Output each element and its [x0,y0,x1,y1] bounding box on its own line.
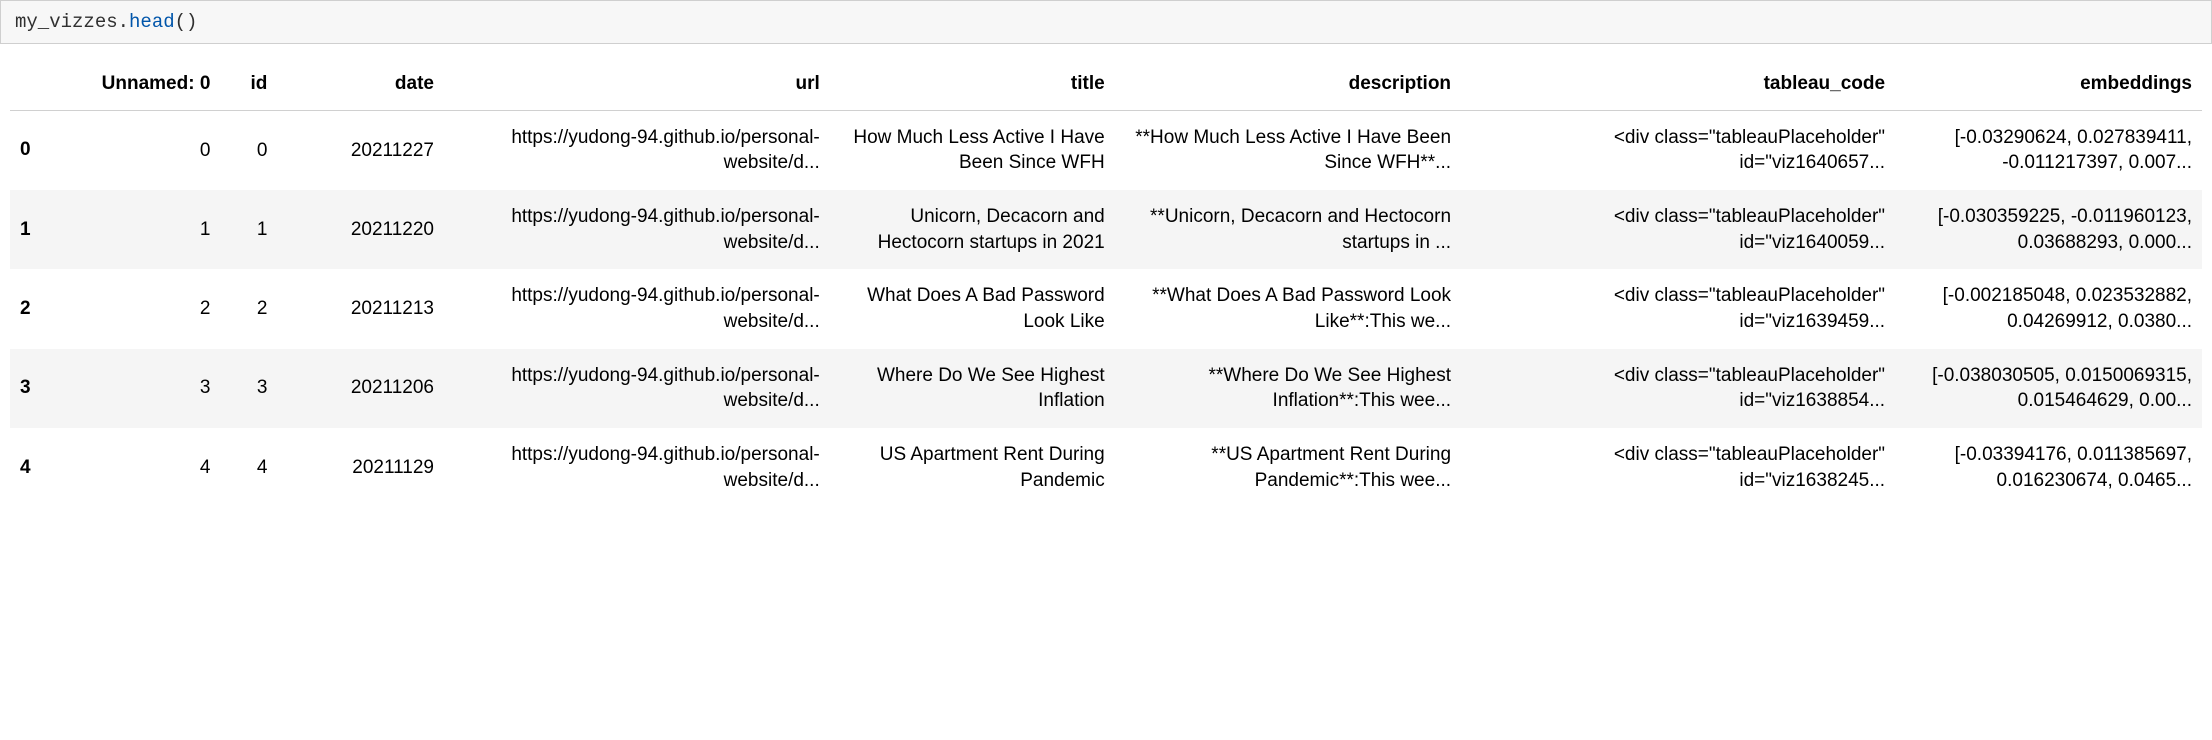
code-input-cell[interactable]: my_vizzes.head() [0,0,2212,44]
cell-url: https://yudong-94.github.io/personal-web… [444,349,830,428]
cell-url: https://yudong-94.github.io/personal-web… [444,269,830,348]
table-row: 2 2 2 20211213 https://yudong-94.github.… [10,269,2202,348]
column-header-url: url [444,62,830,110]
cell-url: https://yudong-94.github.io/personal-web… [444,110,830,190]
dataframe-output: Unnamed: 0 id date url title description… [0,62,2212,521]
cell-date: 20211206 [277,349,444,428]
cell-title: What Does A Bad Password Look Like [830,269,1115,348]
cell-embeddings: [-0.03290624, 0.027839411, -0.011217397,… [1895,110,2202,190]
code-parens: () [175,11,198,33]
cell-description: **How Much Less Active I Have Been Since… [1115,110,1461,190]
cell-tableau-code: <div class="tableauPlaceholder" id="viz1… [1461,190,1895,269]
row-index: 0 [10,110,63,190]
cell-embeddings: [-0.002185048, 0.023532882, 0.04269912, … [1895,269,2202,348]
cell-date: 20211129 [277,428,444,507]
cell-description: **What Does A Bad Password Look Like**:T… [1115,269,1461,348]
cell-tableau-code: <div class="tableauPlaceholder" id="viz1… [1461,428,1895,507]
cell-unnamed: 0 [63,110,221,190]
cell-unnamed: 3 [63,349,221,428]
cell-embeddings: [-0.038030505, 0.0150069315, 0.015464629… [1895,349,2202,428]
cell-title: US Apartment Rent During Pandemic [830,428,1115,507]
cell-id: 4 [220,428,277,507]
cell-description: **Unicorn, Decacorn and Hectocorn startu… [1115,190,1461,269]
cell-date: 20211213 [277,269,444,348]
cell-embeddings: [-0.030359225, -0.011960123, 0.03688293,… [1895,190,2202,269]
header-row: Unnamed: 0 id date url title description… [10,62,2202,110]
column-header-description: description [1115,62,1461,110]
column-header-date: date [277,62,444,110]
table-row: 4 4 4 20211129 https://yudong-94.github.… [10,428,2202,507]
table-row: 3 3 3 20211206 https://yudong-94.github.… [10,349,2202,428]
column-header-tableau-code: tableau_code [1461,62,1895,110]
cell-unnamed: 1 [63,190,221,269]
column-header-embeddings: embeddings [1895,62,2202,110]
cell-id: 2 [220,269,277,348]
cell-id: 1 [220,190,277,269]
row-index: 4 [10,428,63,507]
code-method: head [129,11,175,33]
row-index: 3 [10,349,63,428]
cell-description: **Where Do We See Highest Inflation**:Th… [1115,349,1461,428]
cell-date: 20211220 [277,190,444,269]
cell-tableau-code: <div class="tableauPlaceholder" id="viz1… [1461,349,1895,428]
column-header-id: id [220,62,277,110]
cell-date: 20211227 [277,110,444,190]
cell-unnamed: 2 [63,269,221,348]
cell-title: Where Do We See Highest Inflation [830,349,1115,428]
cell-url: https://yudong-94.github.io/personal-web… [444,190,830,269]
header-blank [10,62,63,110]
cell-embeddings: [-0.03394176, 0.011385697, 0.016230674, … [1895,428,2202,507]
cell-url: https://yudong-94.github.io/personal-web… [444,428,830,507]
code-dot: . [118,11,129,33]
cell-tableau-code: <div class="tableauPlaceholder" id="viz1… [1461,110,1895,190]
cell-id: 0 [220,110,277,190]
cell-description: **US Apartment Rent During Pandemic**:Th… [1115,428,1461,507]
cell-unnamed: 4 [63,428,221,507]
cell-tableau-code: <div class="tableauPlaceholder" id="viz1… [1461,269,1895,348]
column-header-unnamed: Unnamed: 0 [63,62,221,110]
table-row: 1 1 1 20211220 https://yudong-94.github.… [10,190,2202,269]
dataframe-table: Unnamed: 0 id date url title description… [10,62,2202,507]
cell-id: 3 [220,349,277,428]
row-index: 1 [10,190,63,269]
code-object: my_vizzes [15,11,118,33]
cell-title: Unicorn, Decacorn and Hectocorn startups… [830,190,1115,269]
column-header-title: title [830,62,1115,110]
row-index: 2 [10,269,63,348]
cell-title: How Much Less Active I Have Been Since W… [830,110,1115,190]
table-row: 0 0 0 20211227 https://yudong-94.github.… [10,110,2202,190]
